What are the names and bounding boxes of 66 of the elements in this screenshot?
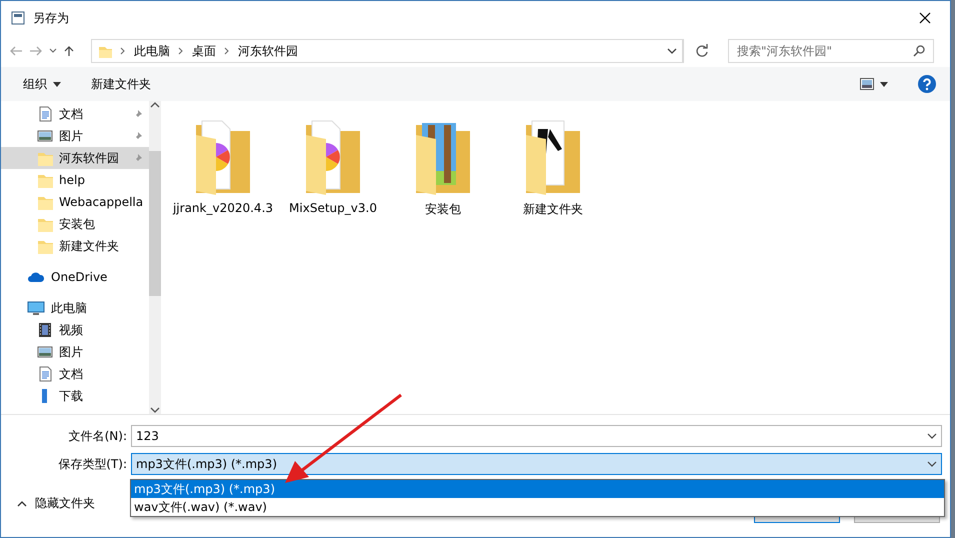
file-type-dropdown[interactable]: mp3文件(.mp3) (*.mp3) [131, 453, 942, 475]
document-icon [37, 366, 53, 382]
address-bar[interactable]: 此电脑 桌面 河东软件园 [91, 39, 684, 63]
file-item[interactable]: 新建文件夹 [503, 115, 603, 218]
search-icon [913, 45, 925, 57]
dropdown-option[interactable]: mp3文件(.mp3) (*.mp3) [131, 480, 944, 498]
sidebar-item[interactable]: 下载 [1, 385, 150, 407]
scrollbar[interactable] [149, 101, 162, 414]
document-icon [37, 106, 53, 122]
organize-button[interactable]: 组织 [23, 76, 61, 92]
chevron-down-icon [927, 461, 937, 467]
view-icon[interactable] [860, 78, 874, 90]
chevron-right-icon [224, 47, 230, 55]
sidebar-item[interactable]: 图片 [1, 125, 150, 147]
up-arrow-icon[interactable] [63, 45, 75, 57]
picture-icon [37, 128, 53, 144]
folder-icon [37, 238, 53, 254]
sidebar-item[interactable]: 文档 [1, 103, 150, 125]
close-icon [919, 12, 931, 24]
sidebar-item[interactable]: 文档 [1, 363, 150, 385]
sidebar-item[interactable]: 安装包 [1, 213, 150, 235]
dropdown-option[interactable]: wav文件(.wav) (*.wav) [131, 498, 944, 516]
chevron-down-icon[interactable] [666, 48, 676, 54]
app-icon [11, 11, 25, 25]
monitor-icon [27, 300, 45, 316]
sidebar-item[interactable]: 河东软件园 [1, 147, 150, 169]
caret-icon[interactable] [880, 82, 888, 86]
chevron-down-icon[interactable] [49, 48, 57, 54]
sidebar-item[interactable]: OneDrive [1, 266, 150, 288]
sidebar-item[interactable]: help [1, 169, 150, 191]
folder-icon [37, 172, 53, 188]
folder-icon [37, 150, 53, 166]
window-title: 另存为 [33, 10, 70, 26]
refresh-icon[interactable] [695, 44, 709, 58]
caret-icon [53, 82, 61, 86]
breadcrumb-item[interactable]: 河东软件园 [238, 42, 298, 60]
folder-icon [37, 216, 53, 232]
search-field[interactable]: 搜索"河东软件园" [728, 39, 934, 63]
folder-icon [98, 44, 112, 58]
file-item[interactable]: jjrank_v2020.4.3 [173, 115, 273, 215]
chevron-up-icon[interactable] [150, 101, 160, 109]
chevron-right-icon [178, 47, 184, 55]
sidebar-item[interactable]: 图片 [1, 341, 150, 363]
breadcrumb-item[interactable]: 桌面 [192, 42, 216, 60]
chevron-up-icon [17, 500, 27, 506]
new-folder-button[interactable]: 新建文件夹 [91, 76, 151, 92]
sidebar-item[interactable]: 视频 [1, 319, 150, 341]
sidebar-item[interactable]: 此电脑 [1, 297, 150, 319]
chevron-down-icon[interactable] [150, 406, 160, 414]
field-label: 保存类型(T): [57, 456, 127, 472]
file-item[interactable]: 安装包 [393, 115, 493, 218]
sidebar-item[interactable]: Webacappella [1, 191, 150, 213]
chevron-right-icon [120, 47, 126, 55]
help-icon[interactable] [918, 75, 936, 93]
chevron-down-icon [927, 433, 937, 439]
sidebar-item[interactable]: 新建文件夹 [1, 235, 150, 257]
film-icon [37, 322, 53, 338]
picture-icon [37, 344, 53, 360]
cloud-icon [27, 271, 45, 283]
field-label: 文件名(N): [68, 428, 127, 444]
hide-folders-button[interactable]: 隐藏文件夹 [17, 495, 95, 512]
dropdown-list[interactable]: mp3文件(.mp3) (*.mp3) wav文件(.wav) (*.wav) [130, 479, 945, 517]
breadcrumb-item[interactable]: 此电脑 [134, 42, 170, 60]
folder-icon [37, 194, 53, 210]
scrollbar-thumb[interactable] [149, 151, 162, 296]
file-item[interactable]: MixSetup_v3.0 [283, 115, 383, 215]
